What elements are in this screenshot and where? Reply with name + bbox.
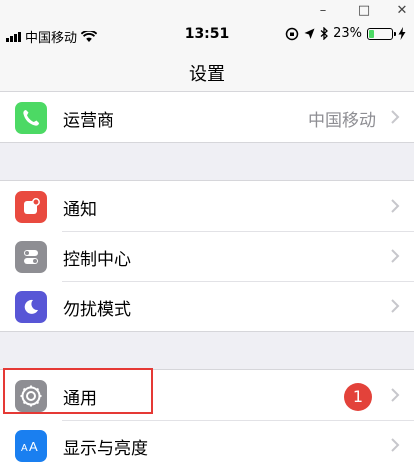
- settings-row-general[interactable]: 通用 1: [0, 370, 414, 420]
- settings-row-notifications[interactable]: 通知: [0, 181, 414, 231]
- chevron-right-icon: [391, 299, 400, 313]
- settings-group-notifications: 通知 控制中心 勿扰模式: [0, 180, 414, 332]
- close-button[interactable]: ✕: [393, 2, 411, 20]
- gear-icon: [15, 380, 47, 412]
- row-label: 运营商: [63, 111, 114, 131]
- update-badge: 1: [344, 383, 372, 411]
- row-label: 通用: [63, 389, 97, 409]
- charging-bolt-icon: [398, 27, 406, 40]
- row-label: 控制中心: [63, 250, 131, 270]
- row-label: 显示与亮度: [63, 439, 148, 459]
- settings-row-do-not-disturb[interactable]: 勿扰模式: [0, 281, 414, 331]
- settings-group-general: 通用 1 A A 显示与亮度: [0, 369, 414, 470]
- bluetooth-icon: [320, 27, 329, 40]
- phone-icon: [15, 102, 47, 134]
- battery-icon: [367, 27, 396, 40]
- settings-group-carrier: 运营商 中国移动: [0, 91, 414, 143]
- battery-percent: 23%: [333, 26, 362, 41]
- chevron-right-icon: [391, 249, 400, 263]
- location-icon: [304, 28, 315, 39]
- chevron-right-icon: [391, 438, 400, 452]
- minimize-button[interactable]: –: [314, 2, 332, 20]
- settings-row-carrier[interactable]: 运营商 中国移动: [0, 92, 414, 142]
- settings-row-control-center[interactable]: 控制中心: [0, 231, 414, 281]
- row-label: 通知: [63, 200, 97, 220]
- navigation-bar: 设置: [0, 48, 414, 96]
- chevron-right-icon: [391, 199, 400, 213]
- notifications-icon: [15, 191, 47, 223]
- settings-row-display-brightness[interactable]: A A 显示与亮度: [0, 420, 414, 470]
- svg-text:A: A: [29, 439, 38, 454]
- svg-text:A: A: [21, 443, 28, 454]
- window-controls: – □ ✕: [0, 0, 414, 22]
- orientation-lock-icon: [285, 27, 299, 40]
- page-title: 设置: [189, 64, 225, 85]
- row-value: 中国移动: [308, 111, 376, 131]
- control-center-icon: [15, 241, 47, 273]
- row-label: 勿扰模式: [63, 300, 131, 320]
- display-brightness-icon: A A: [15, 430, 47, 462]
- status-bar: 中国移动 13:51 23%: [0, 22, 414, 48]
- moon-icon: [15, 291, 47, 323]
- maximize-button[interactable]: □: [355, 2, 373, 20]
- chevron-right-icon: [391, 388, 400, 402]
- chevron-right-icon: [391, 110, 400, 124]
